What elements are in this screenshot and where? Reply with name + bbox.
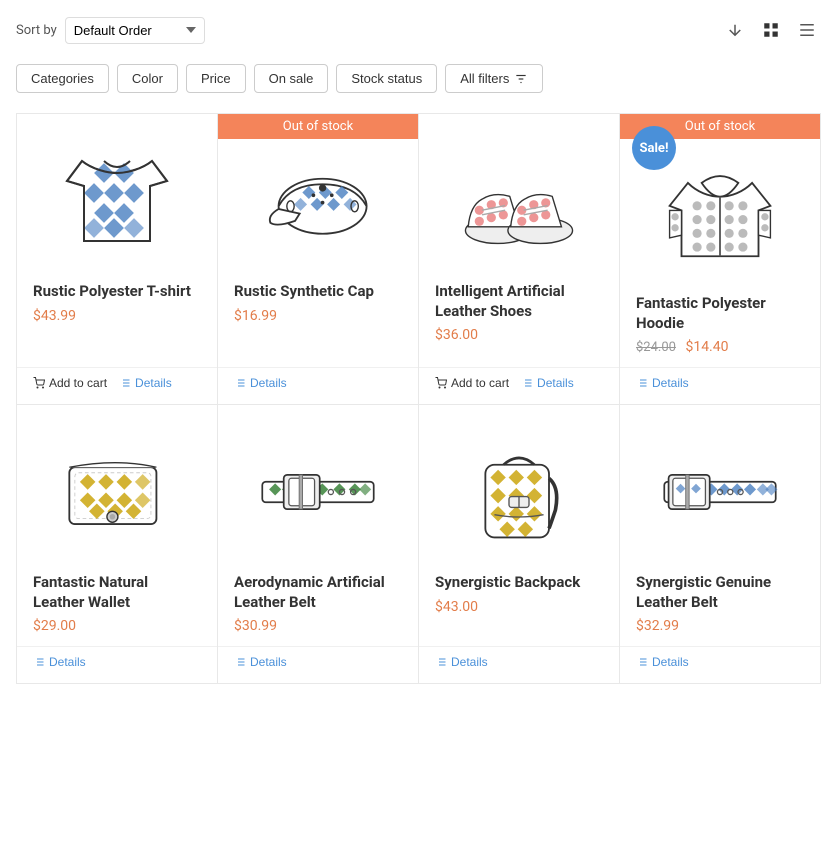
details-icon xyxy=(234,656,246,668)
product-info: Synergistic Backpack $43.00 xyxy=(419,565,619,642)
filter-all-filters[interactable]: All filters xyxy=(445,64,543,93)
grid-view-button[interactable] xyxy=(757,16,785,44)
filter-color[interactable]: Color xyxy=(117,64,178,93)
product-name: Synergistic Genuine Leather Belt xyxy=(636,573,804,612)
toolbar: Sort by Default Order Popularity Price: … xyxy=(16,16,821,44)
product-card: Intelligent Artificial Leather Shoes $36… xyxy=(419,114,620,405)
product-price: $36.00 xyxy=(435,327,603,343)
sort-desc-button[interactable] xyxy=(721,16,749,44)
details-button[interactable]: Details xyxy=(234,655,287,669)
product-image xyxy=(665,160,775,270)
details-button[interactable]: Details xyxy=(234,376,287,390)
product-actions: Add to cart Details xyxy=(17,367,217,404)
product-name: Aerodynamic Artificial Leather Belt xyxy=(234,573,402,612)
details-button[interactable]: Details xyxy=(636,376,689,390)
list-view-button[interactable] xyxy=(793,16,821,44)
product-actions: Add to cart Details xyxy=(419,367,619,404)
product-price: $29.00 xyxy=(33,618,201,634)
product-image-area xyxy=(17,405,217,565)
out-of-stock-badge: Out of stock xyxy=(218,114,418,139)
product-info: Intelligent Artificial Leather Shoes $36… xyxy=(419,274,619,363)
product-info: Fantastic Natural Leather Wallet $29.00 xyxy=(17,565,217,642)
product-image-area xyxy=(620,405,820,565)
cart-icon xyxy=(33,377,45,389)
product-price: $43.00 xyxy=(435,599,603,615)
product-image-area xyxy=(419,405,619,565)
product-price: $32.99 xyxy=(636,618,804,634)
details-icon xyxy=(33,656,45,668)
product-card: Synergistic Backpack $43.00 Details xyxy=(419,405,620,684)
details-button[interactable]: Details xyxy=(435,655,488,669)
product-price: $24.00 $14.40 xyxy=(636,339,804,355)
cart-icon xyxy=(435,377,447,389)
details-button[interactable]: Details xyxy=(521,376,574,390)
product-card: Synergistic Genuine Leather Belt $32.99 … xyxy=(620,405,821,684)
product-image-area xyxy=(218,405,418,565)
product-actions: Details xyxy=(620,367,820,404)
product-image xyxy=(660,452,780,532)
product-name: Fantastic Polyester Hoodie xyxy=(636,294,804,333)
product-card: Rustic Polyester T-shirt $43.99 Add to c… xyxy=(17,114,218,405)
product-price: $16.99 xyxy=(234,308,402,324)
product-image-area xyxy=(17,114,217,274)
product-price: $43.99 xyxy=(33,308,201,324)
product-info: Rustic Polyester T-shirt $43.99 xyxy=(17,274,217,363)
sale-badge: Sale! xyxy=(632,126,676,170)
details-button[interactable]: Details xyxy=(636,655,689,669)
filter-bar: Categories Color Price On sale Stock sta… xyxy=(16,64,821,93)
original-price: $24.00 xyxy=(636,340,676,355)
filter-price[interactable]: Price xyxy=(186,64,246,93)
details-icon xyxy=(435,656,447,668)
product-actions: Details xyxy=(620,646,820,683)
filter-stock-status[interactable]: Stock status xyxy=(336,64,437,93)
details-icon xyxy=(521,377,533,389)
product-grid: Rustic Polyester T-shirt $43.99 Add to c… xyxy=(16,113,821,684)
product-name: Rustic Polyester T-shirt xyxy=(33,282,201,302)
product-image xyxy=(62,151,172,251)
product-card: Aerodynamic Artificial Leather Belt $30.… xyxy=(218,405,419,684)
sort-label: Sort by xyxy=(16,23,57,38)
product-image xyxy=(469,437,569,547)
filter-icon xyxy=(514,72,528,86)
product-actions: Details xyxy=(17,646,217,683)
product-info: Rustic Synthetic Cap $16.99 xyxy=(218,274,418,363)
product-image xyxy=(62,447,172,537)
details-icon xyxy=(119,377,131,389)
filter-categories[interactable]: Categories xyxy=(16,64,109,93)
sort-select[interactable]: Default Order Popularity Price: Low to H… xyxy=(65,17,205,44)
details-icon xyxy=(234,377,246,389)
product-card: Out of stock xyxy=(218,114,419,405)
product-name: Rustic Synthetic Cap xyxy=(234,282,402,302)
product-image xyxy=(459,151,579,251)
add-to-cart-button[interactable]: Add to cart xyxy=(435,376,509,390)
product-info: Fantastic Polyester Hoodie $24.00 $14.40 xyxy=(620,286,820,363)
filter-on-sale[interactable]: On sale xyxy=(254,64,329,93)
product-info: Synergistic Genuine Leather Belt $32.99 xyxy=(620,565,820,642)
add-to-cart-button[interactable]: Add to cart xyxy=(33,376,107,390)
product-image xyxy=(263,164,373,254)
product-image xyxy=(258,452,378,532)
product-image-area xyxy=(419,114,619,274)
product-card: Out of stock Sale! xyxy=(620,114,821,405)
product-info: Aerodynamic Artificial Leather Belt $30.… xyxy=(218,565,418,642)
details-button[interactable]: Details xyxy=(33,655,86,669)
product-actions: Details xyxy=(218,367,418,404)
details-icon xyxy=(636,656,648,668)
sale-price: $14.40 xyxy=(685,339,728,355)
details-button[interactable]: Details xyxy=(119,376,172,390)
product-name: Fantastic Natural Leather Wallet xyxy=(33,573,201,612)
product-card: Fantastic Natural Leather Wallet $29.00 … xyxy=(17,405,218,684)
product-name: Intelligent Artificial Leather Shoes xyxy=(435,282,603,321)
product-actions: Details xyxy=(218,646,418,683)
product-price: $30.99 xyxy=(234,618,402,634)
product-name: Synergistic Backpack xyxy=(435,573,603,593)
product-actions: Details xyxy=(419,646,619,683)
details-icon xyxy=(636,377,648,389)
